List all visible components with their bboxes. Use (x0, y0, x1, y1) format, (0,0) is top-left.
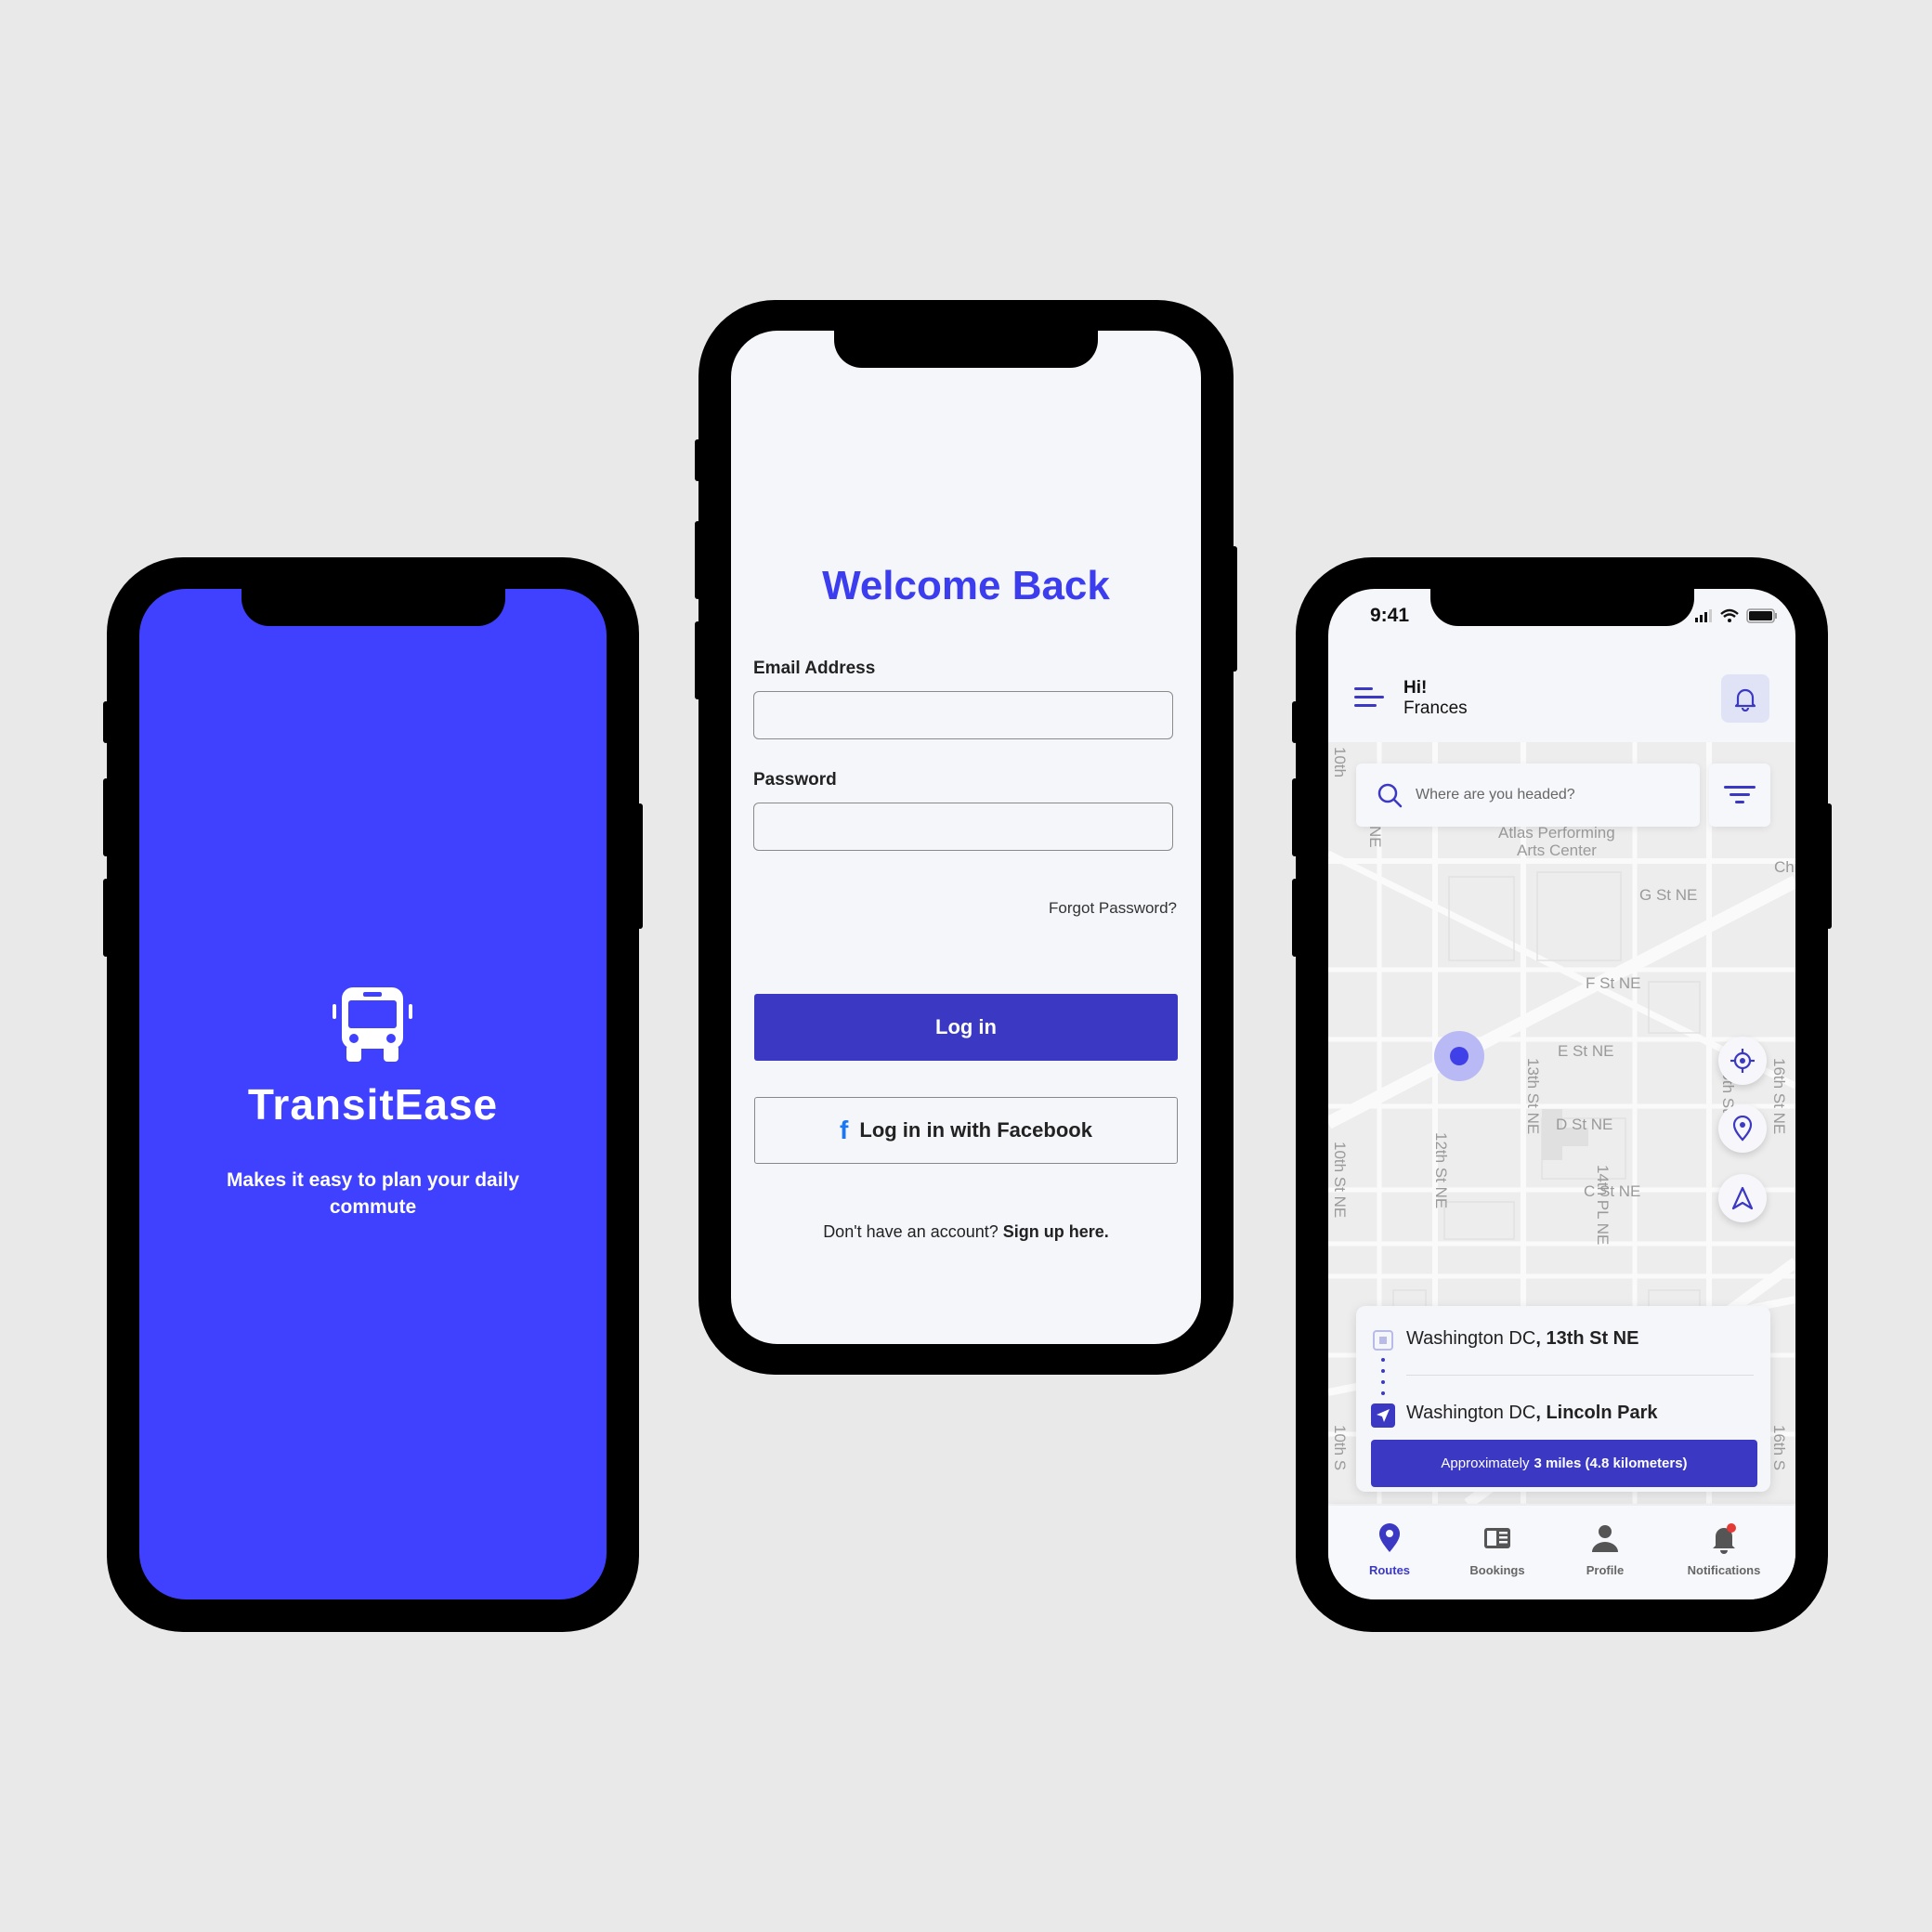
location-pin-icon (1732, 1116, 1753, 1142)
search-icon (1377, 783, 1403, 808)
menu-icon[interactable] (1354, 685, 1384, 708)
login-phone-frame: Welcome Back Email Address Password Forg… (695, 300, 1237, 1375)
nav-profile[interactable]: Profile (1554, 1522, 1656, 1577)
notifications-button[interactable] (1721, 674, 1769, 723)
email-label: Email Address (753, 659, 876, 678)
volume-down-button (103, 879, 109, 957)
map-label: 16th S (1770, 1425, 1788, 1471)
filter-button[interactable] (1709, 764, 1770, 827)
nav-label: Profile (1586, 1563, 1625, 1577)
search-placeholder: Where are you headed? (1416, 787, 1575, 803)
forgot-password-link[interactable]: Forgot Password? (1049, 899, 1177, 918)
volume-up-button (1292, 778, 1298, 856)
route-destination: Washington DC, Lincoln Park (1406, 1403, 1657, 1424)
facebook-login-label: Log in in with Facebook (859, 1118, 1092, 1142)
map-label: 10th S (1331, 1425, 1349, 1471)
destination-street: , Lincoln Park (1535, 1403, 1658, 1423)
distance-value: 3 miles (4.8 kilometers) (1534, 1456, 1688, 1471)
mute-switch (103, 701, 109, 743)
notch (834, 331, 1098, 368)
map-label: 12th St NE (1432, 1132, 1450, 1209)
drop-pin-button[interactable] (1718, 1104, 1767, 1153)
mute-switch (695, 439, 700, 481)
destination-city: Washington DC (1406, 1403, 1536, 1423)
login-screen: Welcome Back Email Address Password Forg… (731, 331, 1201, 1344)
notch (242, 589, 505, 626)
distance-prefix: Approximately (1441, 1456, 1530, 1471)
map-label: D St NE (1556, 1116, 1613, 1133)
map-label: NE (1366, 826, 1384, 848)
volume-down-button (1292, 879, 1298, 957)
filter-icon (1724, 786, 1756, 803)
email-field[interactable] (753, 691, 1173, 739)
distance-bar: Approximately 3 miles (4.8 kilometers) (1371, 1440, 1757, 1487)
nav-routes[interactable]: Routes (1338, 1522, 1441, 1577)
bottom-nav: Routes Bookings Profile Notifications (1328, 1506, 1795, 1599)
notifications-bell-icon (1713, 1523, 1736, 1554)
map-label: 16th St NE (1770, 1058, 1788, 1135)
origin-square-icon (1373, 1330, 1393, 1351)
route-dots (1381, 1358, 1385, 1395)
nav-notifications[interactable]: Notifications (1673, 1522, 1775, 1577)
map-label: Arts Center (1517, 842, 1597, 859)
tagline: Makes it easy to plan your daily commute (226, 1169, 520, 1218)
signup-prompt: Don't have an account? (823, 1222, 999, 1241)
app-name: TransitEase (247, 1080, 499, 1129)
route-divider (1406, 1375, 1754, 1376)
power-button (637, 803, 643, 929)
recenter-button[interactable] (1718, 1037, 1767, 1085)
search-input[interactable]: Where are you headed? (1356, 764, 1700, 827)
facebook-login-button[interactable]: f Log in in with Facebook (754, 1097, 1178, 1164)
navigate-button[interactable] (1718, 1174, 1767, 1222)
location-pin-icon (1379, 1523, 1400, 1552)
nav-label: Notifications (1687, 1563, 1761, 1577)
greeting-name: Frances (1403, 698, 1468, 718)
map-label: 14th PL NE (1594, 1165, 1612, 1246)
current-location-marker (1434, 1031, 1484, 1081)
map-label: 10th St NE (1331, 1142, 1349, 1219)
map-label: Atlas Performing (1498, 824, 1615, 842)
greeting-hi: Hi! (1403, 678, 1428, 698)
route-card[interactable]: Washington DC, 13th St NE Washington DC,… (1356, 1306, 1770, 1492)
login-button[interactable]: Log in (754, 994, 1178, 1061)
map-label: 10th (1331, 747, 1349, 778)
nav-label: Bookings (1469, 1563, 1525, 1577)
nav-label: Routes (1368, 1563, 1411, 1577)
volume-down-button (695, 621, 700, 699)
signup-link[interactable]: Sign up here. (1003, 1222, 1109, 1241)
route-origin: Washington DC, 13th St NE (1406, 1328, 1638, 1350)
map-label: E St NE (1558, 1042, 1614, 1060)
volume-up-button (695, 521, 700, 599)
origin-city: Washington DC (1406, 1328, 1536, 1349)
facebook-icon: f (840, 1116, 849, 1144)
destination-arrow-icon (1371, 1403, 1395, 1428)
mute-switch (1292, 701, 1298, 743)
map-screen: Atlas Performing Arts Center G St NE F S… (1328, 589, 1795, 1599)
nav-bookings[interactable]: Bookings (1446, 1522, 1548, 1577)
volume-up-button (103, 778, 109, 856)
power-button (1232, 546, 1237, 672)
password-label: Password (753, 770, 837, 790)
notch (1430, 589, 1694, 626)
crosshair-icon (1730, 1049, 1755, 1073)
map-label: F St NE (1586, 974, 1641, 992)
navigation-arrow-icon (1731, 1186, 1754, 1210)
map-label: G St NE (1639, 886, 1698, 904)
bookings-icon (1484, 1528, 1510, 1548)
password-field[interactable] (753, 803, 1173, 851)
map-label: 13th St NE (1524, 1058, 1542, 1135)
map-phone-frame: Atlas Performing Arts Center G St NE F S… (1292, 557, 1832, 1632)
origin-street: , 13th St NE (1535, 1328, 1639, 1349)
status-icons (1695, 608, 1777, 623)
map-label: Chi (1774, 858, 1795, 876)
status-time: 9:41 (1370, 605, 1410, 626)
bell-icon (1734, 688, 1756, 711)
splash-phone-frame: TransitEase Makes it easy to plan your d… (103, 557, 643, 1632)
bus-icon (333, 987, 412, 1062)
splash-screen: TransitEase Makes it easy to plan your d… (139, 589, 607, 1599)
page-title: Welcome Back (822, 563, 1110, 608)
power-button (1826, 803, 1832, 929)
signup-row: Don't have an account? Sign up here. (731, 1222, 1201, 1242)
profile-icon (1592, 1525, 1618, 1552)
